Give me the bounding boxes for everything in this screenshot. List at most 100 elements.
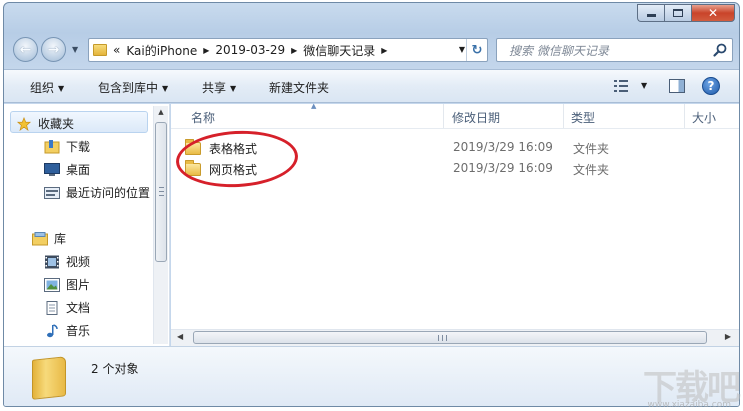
- recent-pages-dropdown[interactable]: ▼: [72, 45, 78, 54]
- chevron-down-icon: ▼: [230, 84, 237, 93]
- watermark-url: www.xiazaiba.com: [647, 400, 731, 410]
- maximize-button[interactable]: [664, 4, 691, 22]
- breadcrumb-separator-icon[interactable]: ▶: [291, 46, 297, 55]
- nav-item-downloads[interactable]: 下载: [44, 138, 90, 155]
- close-button[interactable]: ✕: [691, 4, 735, 22]
- column-name[interactable]: 名称: [191, 109, 215, 126]
- download-folder-icon: [44, 139, 60, 153]
- arrow-right-icon: →: [47, 41, 60, 58]
- arrow-left-icon: ←: [19, 41, 32, 58]
- refresh-button[interactable]: ↻: [466, 39, 487, 61]
- details-pane: 2 个对象: [4, 346, 739, 406]
- share-menu[interactable]: 共享 ▼: [202, 79, 236, 96]
- close-icon: ✕: [707, 6, 719, 20]
- breadcrumb-wechat[interactable]: 微信聊天记录: [303, 42, 375, 59]
- column-divider[interactable]: [563, 104, 564, 128]
- help-icon: ?: [707, 79, 715, 93]
- nav-favorites-label: 收藏夹: [38, 117, 75, 131]
- grip-icon: [438, 335, 447, 341]
- breadcrumb-iphone[interactable]: Kai的iPhone: [126, 42, 197, 59]
- nav-buttons: ← → ▼: [10, 37, 86, 63]
- music-icon: [47, 323, 58, 337]
- file-date: 2019/3/29 16:09: [453, 140, 553, 154]
- sort-ascending-icon: ▲: [311, 102, 317, 110]
- breadcrumb-separator-icon[interactable]: ▶: [203, 46, 209, 55]
- folder-icon: [32, 356, 66, 400]
- breadcrumb-separator-icon[interactable]: ▶: [381, 46, 387, 55]
- help-button[interactable]: ?: [702, 77, 720, 95]
- refresh-icon: ↻: [471, 42, 483, 58]
- item-count: 2 个对象: [91, 362, 139, 376]
- desktop-icon: [44, 162, 60, 176]
- column-headers: ▲ 名称 修改日期 类型 大小: [171, 102, 739, 129]
- file-type: 文件夹: [573, 142, 610, 156]
- file-type: 文件夹: [573, 163, 610, 177]
- horizontal-scroll-thumb[interactable]: [193, 331, 707, 344]
- horizontal-scrollbar[interactable]: ◀ ▶: [171, 329, 739, 346]
- minimize-button[interactable]: [637, 4, 664, 22]
- nav-item-desktop[interactable]: 桌面: [44, 161, 90, 178]
- nav-item-label: 最近访问的位置: [66, 186, 151, 200]
- nav-item-label: 视频: [66, 255, 91, 269]
- column-size[interactable]: 大小: [692, 109, 716, 126]
- new-folder-label: 新建文件夹: [269, 81, 330, 95]
- video-icon: [45, 255, 59, 268]
- column-date-modified[interactable]: 修改日期: [452, 109, 500, 126]
- preview-pane-icon[interactable]: [669, 79, 685, 93]
- scroll-left-icon[interactable]: ◀: [177, 332, 183, 341]
- view-dropdown-icon[interactable]: ▼: [641, 81, 647, 90]
- nav-item-label: 桌面: [66, 163, 91, 177]
- include-in-library-menu[interactable]: 包含到库中 ▼: [98, 79, 168, 96]
- file-list: ▲ 名称 修改日期 类型 大小 表格格式 2019/3/29 16:09 文件夹…: [171, 102, 739, 346]
- organize-menu[interactable]: 组织 ▼: [30, 79, 64, 96]
- navigation-row: ← → ▼ « Kai的iPhone ▶ 2019-03-29 ▶ 微信聊天记录…: [10, 35, 733, 63]
- minimize-icon: [646, 14, 656, 17]
- nav-item-label: 图片: [66, 278, 91, 292]
- grip-icon: [159, 187, 164, 196]
- column-divider[interactable]: [684, 104, 685, 128]
- file-date: 2019/3/29 16:09: [453, 161, 553, 175]
- include-in-library-label: 包含到库中: [98, 81, 159, 95]
- chevron-down-icon: ▼: [162, 84, 169, 93]
- document-icon: [46, 300, 58, 315]
- caption-buttons: ✕: [637, 4, 735, 22]
- folder-icon: [93, 44, 107, 56]
- search-box[interactable]: 搜索 微信聊天记录: [496, 38, 733, 62]
- nav-item-label: 下载: [66, 140, 91, 154]
- nav-item-pictures[interactable]: 图片: [44, 276, 90, 293]
- nav-libraries[interactable]: 库: [32, 230, 66, 247]
- nav-favorites[interactable]: 收藏夹: [16, 115, 74, 132]
- scroll-up-icon[interactable]: ▲: [154, 108, 168, 120]
- search-icon[interactable]: [712, 42, 728, 58]
- nav-item-music[interactable]: 音乐: [44, 322, 90, 339]
- recent-places-icon: [44, 186, 60, 199]
- new-folder-button[interactable]: 新建文件夹: [269, 79, 329, 96]
- star-icon: [16, 116, 32, 131]
- nav-item-label: 文档: [66, 301, 91, 315]
- search-input[interactable]: 搜索 微信聊天记录: [509, 42, 609, 59]
- nav-pane-scrollbar[interactable]: ▲: [153, 106, 168, 344]
- nav-item-recent-places[interactable]: 最近访问的位置: [44, 184, 150, 201]
- command-bar: 组织 ▼ 包含到库中 ▼ 共享 ▼ 新建文件夹 ▼ ?: [4, 69, 739, 103]
- chevron-down-icon: ▼: [58, 84, 65, 93]
- scroll-right-icon[interactable]: ▶: [725, 332, 731, 341]
- column-type[interactable]: 类型: [571, 109, 595, 126]
- share-label: 共享: [202, 81, 227, 95]
- nav-libraries-label: 库: [54, 232, 67, 246]
- address-dropdown-icon[interactable]: ▼: [459, 45, 465, 54]
- maximize-icon: [673, 9, 683, 17]
- view-options-icon[interactable]: [614, 79, 628, 93]
- back-button[interactable]: ←: [13, 37, 38, 62]
- organize-label: 组织: [30, 81, 55, 95]
- nav-item-documents[interactable]: 文档: [44, 299, 90, 316]
- library-icon: [32, 231, 48, 245]
- address-overflow[interactable]: «: [113, 43, 120, 57]
- address-bar[interactable]: « Kai的iPhone ▶ 2019-03-29 ▶ 微信聊天记录 ▶ ▼ ↻: [88, 38, 488, 62]
- forward-button[interactable]: →: [41, 37, 66, 62]
- column-divider[interactable]: [443, 104, 444, 128]
- explorer-window: ✕ ← → ▼ « Kai的iPhone ▶ 2019-03-29 ▶ 微信聊天…: [3, 2, 740, 407]
- picture-icon: [44, 277, 60, 292]
- nav-scroll-thumb[interactable]: [155, 122, 167, 262]
- breadcrumb-date[interactable]: 2019-03-29: [215, 43, 285, 57]
- nav-item-videos[interactable]: 视频: [44, 253, 90, 270]
